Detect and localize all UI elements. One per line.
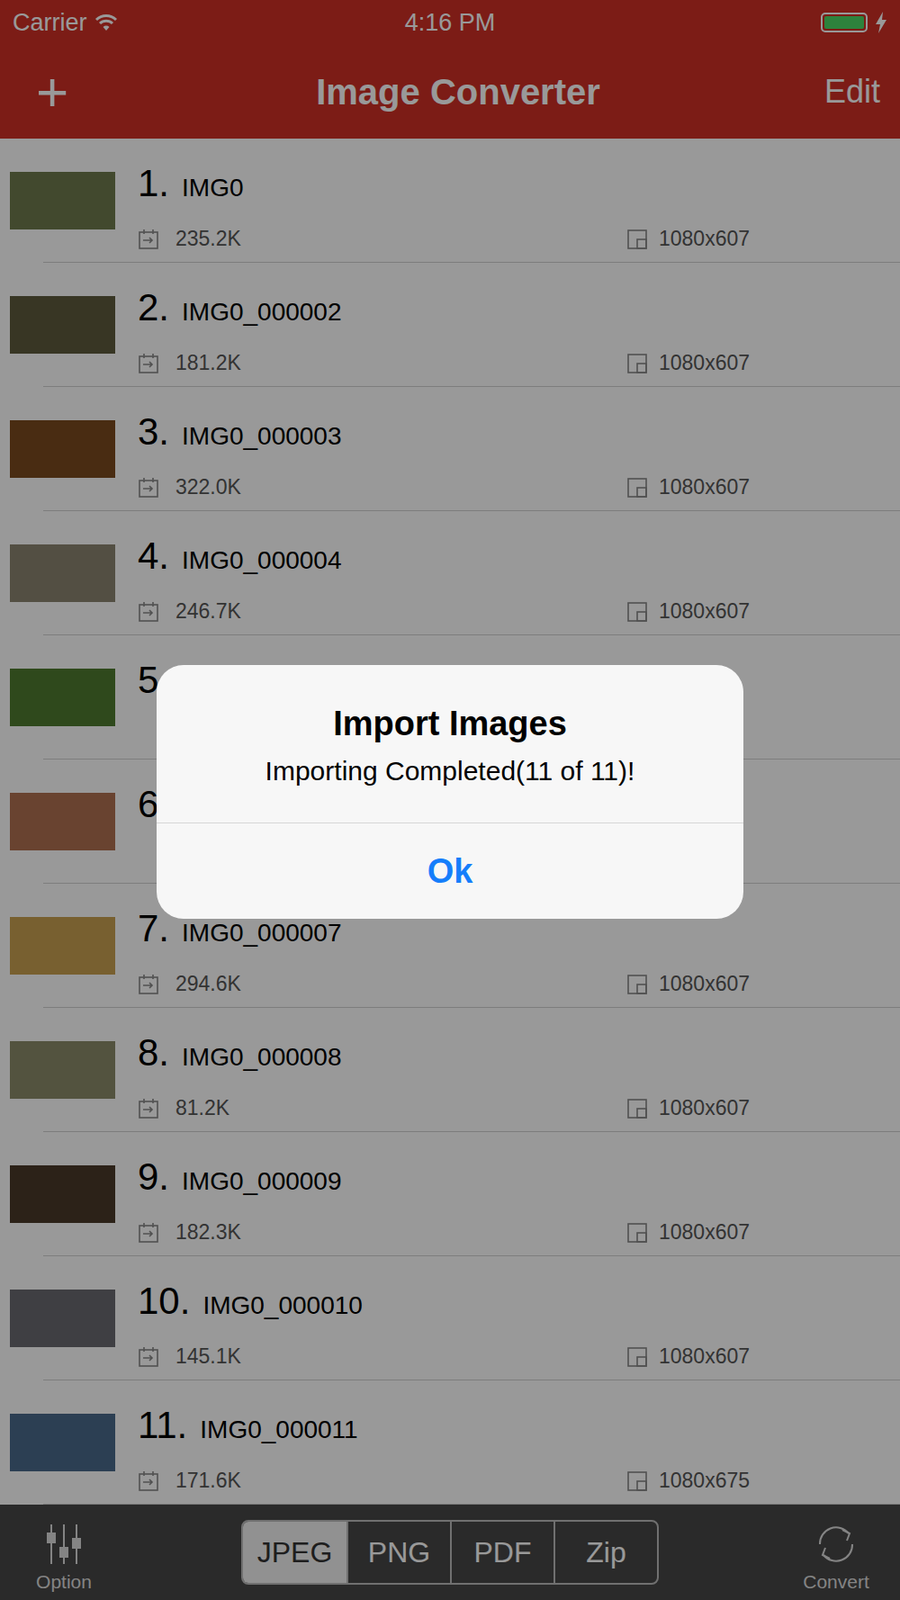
alert-body: Import Images Importing Completed(11 of 1… bbox=[156, 665, 744, 823]
alert-message: Importing Completed(11 of 11)! bbox=[174, 756, 726, 787]
import-alert: Import Images Importing Completed(11 of 1… bbox=[156, 665, 744, 919]
alert-title: Import Images bbox=[174, 704, 726, 744]
ok-button[interactable]: Ok bbox=[156, 822, 744, 919]
